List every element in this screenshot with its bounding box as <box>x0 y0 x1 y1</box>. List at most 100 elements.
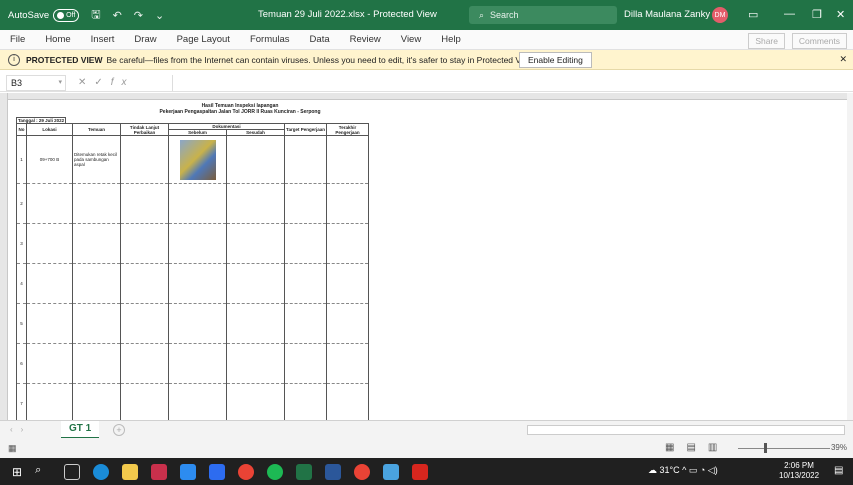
table-cell[interactable] <box>284 303 327 344</box>
avatar[interactable]: DM <box>712 7 728 23</box>
worksheet-grid[interactable]: Hasil Temuan Inspeksi lapangan Pekerjaan… <box>0 93 847 420</box>
acrobat-icon[interactable] <box>412 463 429 480</box>
windows-start-icon[interactable]: ⊞ <box>12 465 22 479</box>
table-cell[interactable] <box>326 303 369 344</box>
menu-item-formulas[interactable]: Formulas <box>240 34 300 45</box>
row-number[interactable]: 2 <box>16 183 27 224</box>
formula-input[interactable] <box>172 75 844 91</box>
row-number[interactable]: 7 <box>16 383 27 420</box>
word-icon[interactable] <box>325 463 342 480</box>
sheet-nav-icons[interactable]: ‹› <box>10 425 31 434</box>
clock[interactable]: 2:06 PM 10/13/2022 <box>779 461 819 481</box>
search-icon[interactable]: ⌕ <box>35 464 51 480</box>
ribbon-display-icon[interactable]: ▭ <box>748 8 758 21</box>
menu-item-file[interactable]: File <box>0 34 35 45</box>
row-number[interactable]: 5 <box>16 303 27 344</box>
table-cell[interactable] <box>26 263 73 304</box>
table-cell[interactable] <box>168 263 227 304</box>
table-cell[interactable] <box>26 383 73 420</box>
table-cell[interactable] <box>120 135 169 184</box>
menu-item-help[interactable]: Help <box>431 34 471 45</box>
enable-editing-button[interactable]: Enable Editing <box>519 52 592 68</box>
table-cell[interactable] <box>326 183 369 224</box>
close-icon[interactable]: ✕ <box>836 8 845 21</box>
system-tray[interactable]: ☁ 31°C ^ ▭ ◔ ◁) <box>648 465 718 476</box>
table-cell[interactable] <box>26 183 73 224</box>
lokasi-cell[interactable]: 09+700 B <box>26 135 73 184</box>
spotify-icon[interactable] <box>267 463 284 480</box>
table-cell[interactable] <box>226 135 285 184</box>
column-headers[interactable] <box>0 93 847 100</box>
table-cell[interactable] <box>120 343 169 384</box>
temuan-cell[interactable]: Ditemukan retak kecil pada sambungan asp… <box>72 135 121 184</box>
search-box[interactable]: ⌕ Search <box>469 6 617 24</box>
view-buttons[interactable]: ▦▤▥ <box>665 442 729 453</box>
photos-icon[interactable] <box>383 463 400 480</box>
row-headers[interactable] <box>0 93 8 420</box>
table-cell[interactable] <box>226 223 285 264</box>
table-cell[interactable] <box>284 135 327 184</box>
menu-item-home[interactable]: Home <box>35 34 80 45</box>
user-name[interactable]: Dilla Maulana Zanky <box>624 9 710 20</box>
table-cell[interactable] <box>26 343 73 384</box>
row-number[interactable]: 1 <box>16 135 27 184</box>
autosave-toggle[interactable]: Off <box>53 8 80 22</box>
redo-icon[interactable]: ↷ <box>134 9 143 22</box>
table-cell[interactable] <box>226 343 285 384</box>
table-cell[interactable] <box>26 303 73 344</box>
table-cell[interactable] <box>284 263 327 304</box>
table-cell[interactable] <box>120 383 169 420</box>
close-icon[interactable]: ✕ <box>839 54 847 65</box>
horizontal-scrollbar[interactable] <box>527 425 845 435</box>
add-sheet-icon[interactable]: + <box>113 424 125 436</box>
table-cell[interactable] <box>168 183 227 224</box>
chrome-profile-icon[interactable] <box>354 463 371 480</box>
file-explorer-icon[interactable] <box>122 463 139 480</box>
vertical-scrollbar[interactable] <box>847 93 853 420</box>
zoom-slider[interactable] <box>738 448 830 449</box>
customize-icon[interactable]: ⌄ <box>155 9 164 22</box>
zoom-level[interactable]: 39% <box>831 443 847 452</box>
table-cell[interactable] <box>168 343 227 384</box>
table-cell[interactable] <box>120 263 169 304</box>
table-cell[interactable] <box>72 263 121 304</box>
menu-item-data[interactable]: Data <box>300 34 340 45</box>
name-box[interactable]: B3 <box>6 74 66 91</box>
table-cell[interactable] <box>168 383 227 420</box>
table-cell[interactable] <box>72 223 121 264</box>
edge-icon[interactable] <box>93 463 110 480</box>
notification-icon[interactable]: ▤ <box>834 465 843 476</box>
zoom-app-icon[interactable] <box>209 463 226 480</box>
undo-icon[interactable]: ↶ <box>113 9 122 22</box>
restore-icon[interactable]: ❐ <box>812 8 822 21</box>
table-cell[interactable] <box>120 183 169 224</box>
table-cell[interactable] <box>226 383 285 420</box>
table-cell[interactable] <box>284 383 327 420</box>
table-cell[interactable] <box>326 383 369 420</box>
table-cell[interactable] <box>284 223 327 264</box>
table-cell[interactable] <box>72 183 121 224</box>
minimize-icon[interactable]: — <box>784 8 795 20</box>
app-icon-2[interactable] <box>180 463 197 480</box>
comments-button[interactable]: Comments <box>791 33 847 49</box>
save-icon[interactable]: 🖫 <box>91 6 100 25</box>
table-cell[interactable] <box>72 383 121 420</box>
menu-item-page-layout[interactable]: Page Layout <box>167 34 240 45</box>
task-view-icon[interactable] <box>64 463 81 480</box>
menu-item-draw[interactable]: Draw <box>124 34 166 45</box>
row-number[interactable]: 3 <box>16 223 27 264</box>
table-cell[interactable] <box>168 135 227 184</box>
table-cell[interactable] <box>326 263 369 304</box>
sheet-tab-active[interactable]: GT 1 <box>61 421 100 439</box>
menu-item-review[interactable]: Review <box>340 34 391 45</box>
chrome-icon[interactable] <box>238 463 255 480</box>
table-cell[interactable] <box>226 183 285 224</box>
table-cell[interactable] <box>226 263 285 304</box>
table-cell[interactable] <box>284 183 327 224</box>
menu-item-view[interactable]: View <box>391 34 431 45</box>
table-cell[interactable] <box>120 303 169 344</box>
documentation-photo[interactable] <box>179 139 216 180</box>
excel-icon[interactable] <box>296 463 313 480</box>
app-icon[interactable] <box>151 463 168 480</box>
zoom-slider-knob[interactable] <box>764 443 767 453</box>
